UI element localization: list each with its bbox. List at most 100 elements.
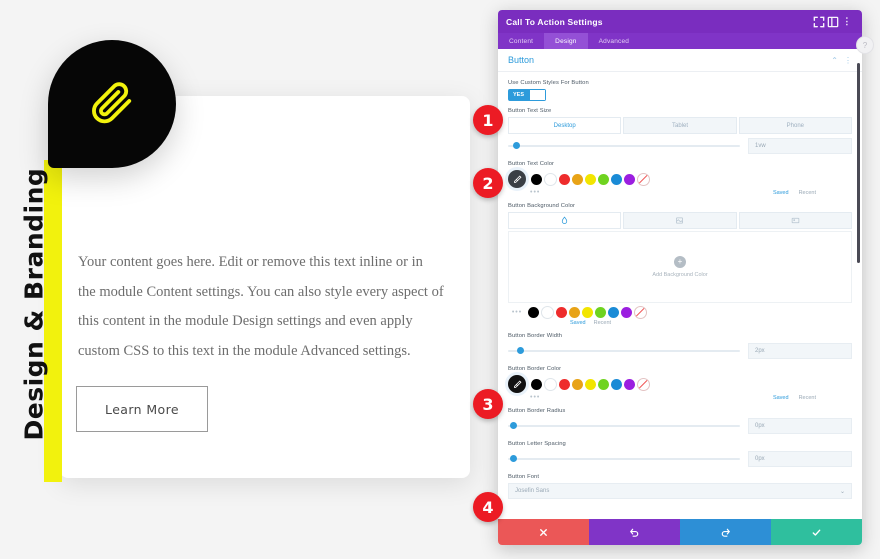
panel-tabs: Content Design Advanced [498, 33, 862, 49]
button-letter-spacing-slider[interactable] [508, 455, 740, 462]
cancel-button[interactable] [498, 519, 589, 545]
border-swatch-none[interactable] [637, 377, 650, 391]
panel-scrollbar[interactable] [857, 63, 860, 263]
bg-swatch-black[interactable] [528, 307, 539, 318]
callout-marker-3: 3 [473, 389, 503, 419]
learn-more-button[interactable]: Learn More [76, 386, 208, 432]
bg-tab-color-icon[interactable] [508, 212, 622, 229]
swatch-none[interactable] [637, 172, 650, 186]
button-font-value: Josefin Sans [515, 488, 550, 494]
label-button-font: Button Font [508, 474, 540, 480]
bg-palette-recent-link[interactable]: Recent [594, 320, 611, 326]
swatch-white[interactable] [544, 172, 557, 186]
tab-design[interactable]: Design [544, 33, 588, 49]
palette-meta-background: Saved Recent [570, 320, 852, 326]
swatch-blue[interactable] [611, 173, 622, 185]
bg-swatch-yellow[interactable] [582, 307, 593, 318]
chevron-down-icon: ⌄ [839, 488, 845, 495]
swatch-yellow[interactable] [585, 173, 596, 185]
section-header-button[interactable]: Button ⌃ ⋮ [498, 49, 862, 72]
swatch-purple[interactable] [624, 173, 635, 185]
border-palette-more-icon[interactable]: ••• [530, 394, 540, 401]
bg-swatch-purple[interactable] [621, 307, 632, 318]
device-tabs: Desktop Tablet Phone [508, 117, 852, 134]
callout-marker-1: 1 [473, 105, 503, 135]
label-button-background-color: Button Background Color [508, 203, 576, 209]
label-button-border-color: Button Border Color [508, 366, 562, 372]
button-text-size-slider-row: 1vw [508, 138, 852, 154]
swatch-red[interactable] [559, 173, 570, 185]
expand-icon[interactable] [812, 15, 826, 29]
border-swatch-yellow[interactable] [585, 378, 596, 390]
bg-swatch-blue[interactable] [608, 307, 619, 318]
save-button[interactable] [771, 519, 862, 545]
module-preview: Design & Branding Your content goes here… [0, 0, 498, 559]
use-custom-styles-toggle[interactable]: YES [508, 89, 546, 101]
palette-recent-link[interactable]: Recent [799, 190, 816, 196]
bg-swatch-white[interactable] [541, 306, 554, 319]
border-eyedropper-icon[interactable] [508, 375, 526, 393]
bg-swatch-orange[interactable] [569, 307, 580, 318]
border-swatch-black[interactable] [531, 378, 542, 390]
device-tab-tablet[interactable]: Tablet [623, 117, 737, 134]
callout-marker-4: 4 [473, 492, 503, 522]
panel-title-text: Call To Action Settings [506, 16, 603, 27]
vertical-title: Design & Branding [19, 167, 49, 441]
background-type-tabs [508, 212, 852, 229]
swatch-green[interactable] [598, 173, 609, 185]
swatch-orange[interactable] [572, 173, 583, 185]
bg-swatch-red[interactable] [556, 307, 567, 318]
help-circle-icon[interactable]: ? [856, 36, 874, 54]
button-text-size-value[interactable]: 1vw [748, 138, 852, 154]
toggle-on-label: YES [512, 92, 524, 98]
bg-palette-saved-link[interactable]: Saved [570, 320, 586, 326]
bg-tab-gradient-icon[interactable] [623, 212, 737, 229]
undo-button[interactable] [589, 519, 680, 545]
button-border-radius-slider-row: 0px [508, 418, 852, 434]
panel-titlebar: Call To Action Settings ⋮ [498, 10, 862, 33]
bg-swatch-none[interactable] [634, 306, 647, 319]
button-border-width-slider[interactable] [508, 347, 740, 354]
button-letter-spacing-slider-row: 0px [508, 451, 852, 467]
button-border-radius-slider[interactable] [508, 422, 740, 429]
border-swatch-white[interactable] [544, 377, 557, 391]
label-use-custom-styles: Use Custom Styles For Button [508, 80, 589, 86]
device-tab-desktop[interactable]: Desktop [508, 117, 622, 134]
section-kebab-menu-icon[interactable]: ⋮ [844, 56, 852, 65]
swatch-black[interactable] [531, 173, 542, 185]
button-border-radius-value[interactable]: 0px [748, 418, 852, 434]
tab-advanced[interactable]: Advanced [588, 33, 641, 49]
paperclip-icon [89, 79, 135, 130]
redo-button[interactable] [680, 519, 771, 545]
label-button-text-size: Button Text Size [508, 108, 552, 114]
label-button-letter-spacing: Button Letter Spacing [508, 441, 566, 447]
device-tab-phone[interactable]: Phone [738, 117, 852, 134]
button-border-width-value[interactable]: 2px [748, 343, 852, 359]
label-button-text-color: Button Text Color [508, 161, 555, 167]
border-palette-saved-link[interactable]: Saved [773, 395, 789, 401]
border-palette-recent-link[interactable]: Recent [799, 395, 816, 401]
background-color-dropzone[interactable]: + Add Background Color [508, 231, 852, 303]
bg-tab-image-icon[interactable] [738, 212, 852, 229]
palette-more-icon[interactable]: ••• [530, 189, 540, 196]
border-swatch-orange[interactable] [572, 378, 583, 390]
palette-saved-link[interactable]: Saved [773, 190, 789, 196]
border-swatch-blue[interactable] [611, 378, 622, 390]
tab-content[interactable]: Content [498, 33, 544, 49]
toggle-knob [529, 89, 546, 101]
cta-body-text: Your content goes here. Edit or remove t… [78, 254, 444, 360]
border-swatch-red[interactable] [559, 378, 570, 390]
bg-palette-more-icon[interactable]: ••• [508, 309, 526, 316]
eyedropper-icon[interactable] [508, 170, 526, 188]
border-swatch-green[interactable] [598, 378, 609, 390]
kebab-menu-icon[interactable]: ⋮ [840, 15, 854, 29]
bg-swatch-green[interactable] [595, 307, 606, 318]
settings-panel: Call To Action Settings ⋮ Content Design… [498, 10, 862, 545]
layout-icon[interactable] [826, 15, 840, 29]
chevron-up-icon[interactable]: ⌃ [831, 56, 838, 65]
button-text-size-slider[interactable] [508, 142, 740, 149]
border-swatch-purple[interactable] [624, 378, 635, 390]
button-font-select[interactable]: Josefin Sans ⌄ [508, 483, 852, 499]
button-letter-spacing-value[interactable]: 0px [748, 451, 852, 467]
callout-marker-2: 2 [473, 168, 503, 198]
